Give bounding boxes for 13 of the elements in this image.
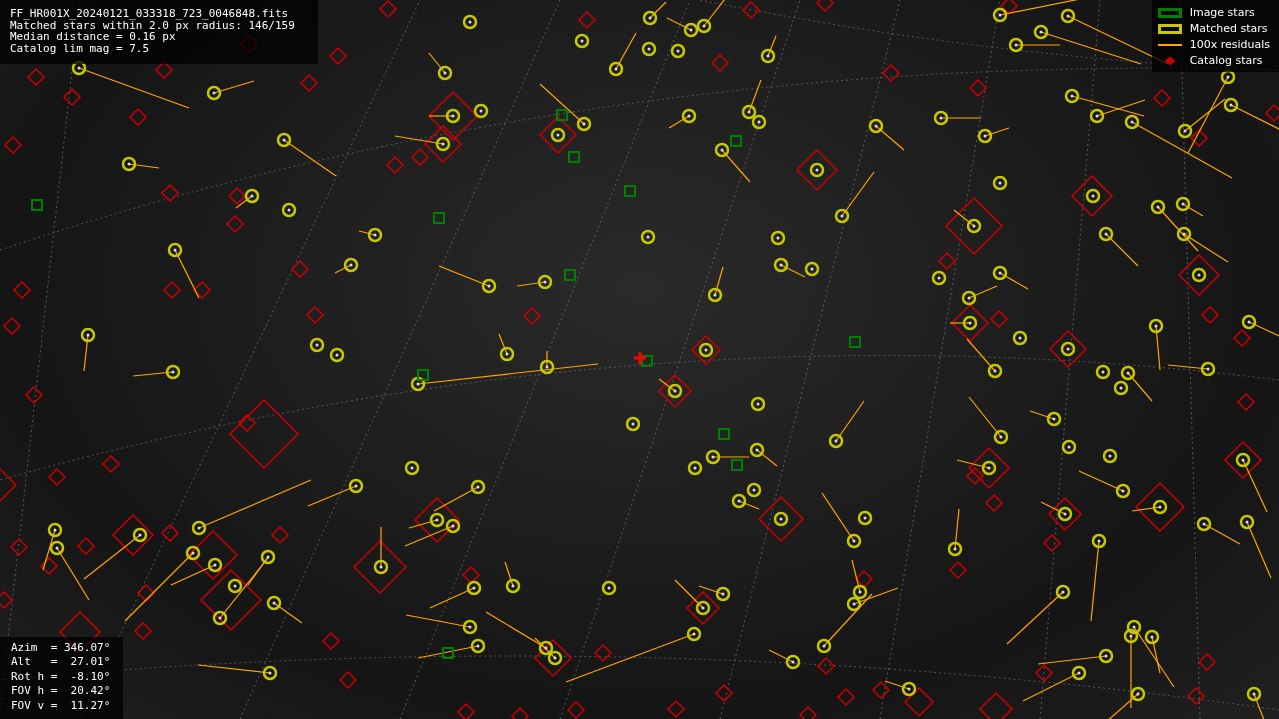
legend-label: 100x residuals [1189, 37, 1270, 53]
pointing-text: FOV v = 11.27° [11, 698, 112, 713]
info-text: Matched stars within 2.0 px radius: 146/159 [10, 19, 296, 31]
info-text: Median distance = 0.16 px [10, 31, 176, 43]
pointing-text: Alt = 27.01° [11, 655, 112, 670]
pointing-text: Azim = 346.07° [11, 640, 112, 655]
legend-label: Matched stars [1189, 21, 1268, 37]
legend-label: Image stars [1189, 5, 1255, 21]
info-text: Catalog lim mag = 7.5 [10, 42, 151, 54]
info-text: FF_HR001X_20240121_033318_723_0046848.fits [10, 8, 290, 20]
legend-label: Catalog stars [1189, 53, 1263, 69]
pointing-text: Rot h = -8.10° [11, 669, 112, 684]
pointing-text: FOV h = 20.42° [11, 684, 112, 699]
